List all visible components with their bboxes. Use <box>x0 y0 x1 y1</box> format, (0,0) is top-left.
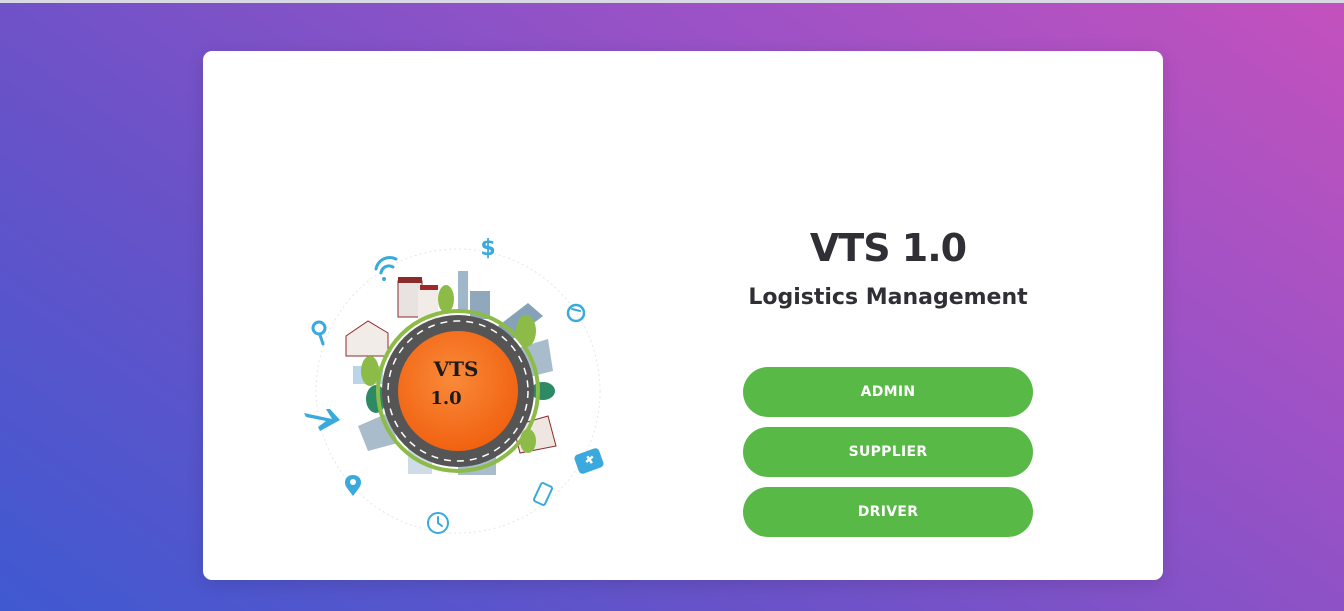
city-globe-illustration: VTS 1.0 $ <box>304 236 604 534</box>
recycle-icon <box>566 303 586 323</box>
phone-icon <box>532 482 554 506</box>
top-border-line <box>0 0 1344 3</box>
badge-line-2: 1.0 <box>430 388 461 409</box>
admin-button[interactable]: ADMIN <box>743 367 1033 417</box>
first-aid-kit-icon <box>574 448 604 474</box>
airplane-icon <box>304 409 340 431</box>
app-subtitle: Logistics Management <box>748 285 1028 310</box>
app-title: VTS 1.0 <box>809 226 967 270</box>
clock-icon <box>427 512 449 534</box>
wifi-icon <box>374 256 398 281</box>
login-card: VTS 1.0 $ VTS 1.0 Logistics Management A… <box>203 51 1163 580</box>
driver-button[interactable]: DRIVER <box>743 487 1033 537</box>
search-icon <box>311 320 327 346</box>
badge-line-1: VTS <box>433 357 479 381</box>
location-pin-icon <box>345 475 361 496</box>
supplier-button[interactable]: SUPPLIER <box>743 427 1033 477</box>
dollar-icon: $ <box>480 236 495 261</box>
